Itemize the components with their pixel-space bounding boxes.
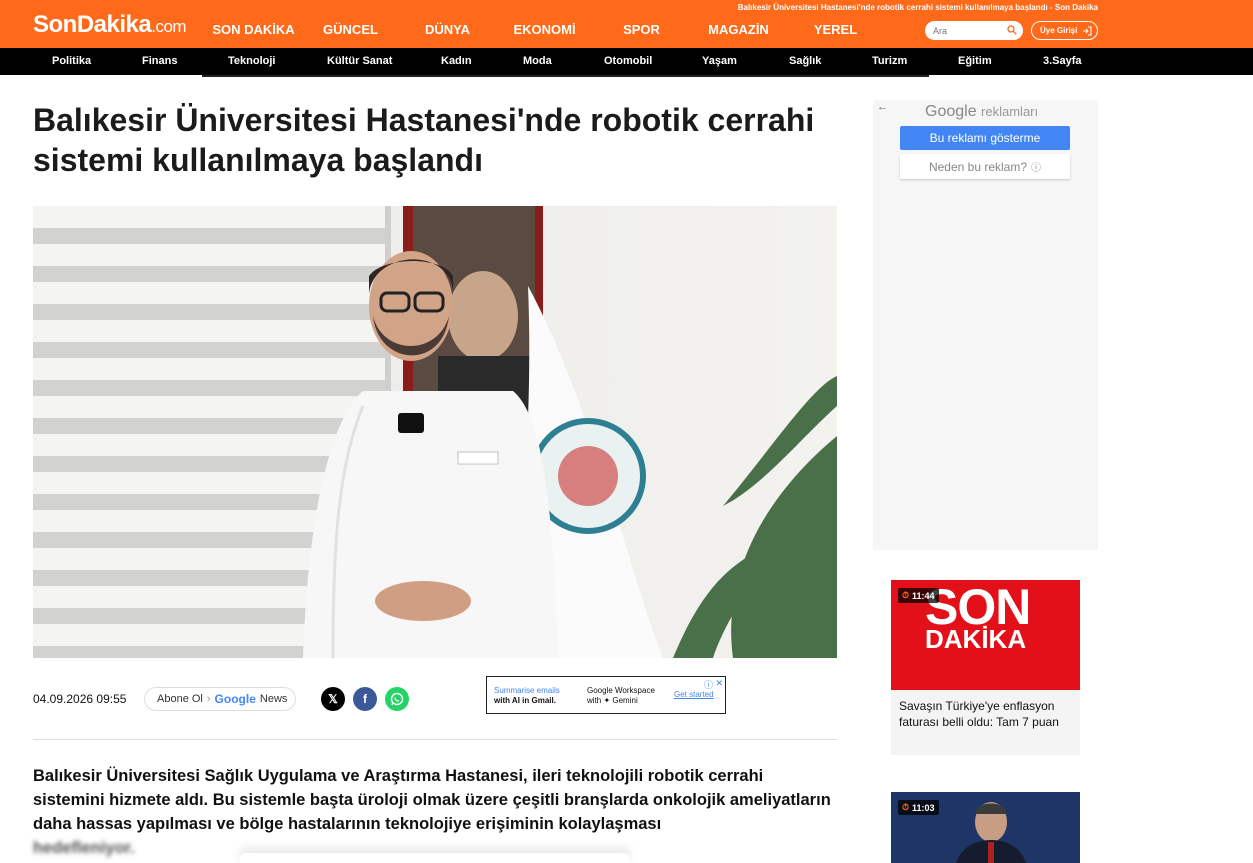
son-dakika-thumb-text-2: DAKİKA: [925, 624, 1027, 654]
ad-left-line2: with AI in Gmail.: [494, 696, 556, 705]
article-hero-image[interactable]: [33, 206, 837, 658]
main-nav-dunya[interactable]: DÜNYA: [399, 22, 496, 37]
hero-photo: [33, 206, 837, 658]
ad-info-icon[interactable]: ⓘ: [704, 678, 713, 691]
category-moda[interactable]: Moda: [523, 55, 552, 67]
google-ad-panel: ← Google reklamları Bu reklamı gösterme …: [873, 100, 1098, 550]
main-nav-spor[interactable]: SPOR: [593, 22, 690, 37]
clock-icon: ⏱: [902, 590, 910, 600]
google-word: Google: [925, 103, 977, 120]
side-news-card[interactable]: SON DAKİKA ⏱ 11:44 Savaşın Türkiye'ye en…: [891, 580, 1080, 755]
login-icon: [1083, 26, 1092, 35]
news-time-badge: ⏱ 11:44: [898, 588, 939, 603]
google-logo: Google: [214, 692, 256, 706]
main-nav: SON DAKİKA GÜNCEL DÜNYA EKONOMİ SPOR MAG…: [205, 22, 884, 37]
article-date: 04.09.2026 09:55: [33, 692, 127, 706]
ad-mid-line2: with ✦ Gemini: [587, 696, 638, 705]
nav-divider: [202, 75, 929, 77]
overlay-popup-edge: [240, 853, 630, 863]
category-kultur-sanat[interactable]: Kültür Sanat: [327, 55, 392, 67]
news-time: 11:44: [912, 590, 935, 601]
search-box: [925, 21, 1023, 40]
google-ads-label: Google reklamları: [925, 103, 1038, 121]
chevron-right-icon: ›: [206, 693, 211, 705]
clock-icon: ⏱: [902, 802, 910, 812]
category-egitim[interactable]: Eğitim: [958, 55, 992, 67]
x-icon[interactable]: 𝕏: [321, 687, 345, 711]
category-kadin[interactable]: Kadın: [441, 55, 472, 67]
ad-close-icon[interactable]: ✕: [715, 678, 723, 689]
main-nav-son-dakika[interactable]: SON DAKİKA: [205, 22, 302, 37]
google-news-suffix: News: [259, 693, 288, 705]
main-nav-ekonomi[interactable]: EKONOMİ: [496, 22, 593, 37]
article-summary: Balıkesir Üniversitesi Sağlık Uygulama v…: [33, 764, 837, 860]
side-news-thumbnail: ⏱ 11:03: [891, 792, 1080, 863]
search-icon[interactable]: [1007, 25, 1017, 35]
why-this-ad-button[interactable]: Neden bu reklam? ⓘ: [900, 154, 1070, 179]
why-this-ad-label: Neden bu reklam?: [928, 159, 1028, 174]
main-nav-magazin[interactable]: MAGAZİN: [690, 22, 787, 37]
category-3-sayfa[interactable]: 3.Sayfa: [1043, 55, 1082, 67]
category-yasam[interactable]: Yaşam: [702, 55, 737, 67]
category-teknoloji[interactable]: Teknoloji: [228, 55, 275, 67]
inline-ad-banner[interactable]: Summarise emails with AI in Gmail. Googl…: [486, 676, 726, 714]
search-input[interactable]: [933, 24, 1003, 37]
side-news-title[interactable]: Savaşın Türkiye'ye enflasyon faturası be…: [891, 690, 1080, 738]
info-icon: ⓘ: [1031, 163, 1042, 174]
news-time: 11:03: [912, 802, 935, 813]
ad-cta-link[interactable]: Get started: [674, 690, 714, 699]
google-news-follow-button[interactable]: Abone Ol › Google News: [144, 687, 296, 711]
stop-ad-button[interactable]: Bu reklamı gösterme: [900, 126, 1070, 150]
category-nav: Politika Finans Teknoloji Kültür Sanat K…: [0, 48, 1253, 75]
side-news-card[interactable]: ⏱ 11:03: [891, 792, 1080, 863]
side-news-thumbnail: SON DAKİKA ⏱ 11:44: [891, 580, 1080, 690]
article-summary-faded: hedefleniyor.: [33, 839, 135, 857]
category-politika[interactable]: Politika: [52, 55, 91, 67]
article-summary-text: Balıkesir Üniversitesi Sağlık Uygulama v…: [33, 767, 831, 833]
reklamlari-word: reklamları: [981, 104, 1039, 119]
news-time-badge: ⏱ 11:03: [898, 800, 939, 815]
back-arrow-icon[interactable]: ←: [877, 101, 888, 113]
whatsapp-icon[interactable]: [385, 687, 409, 711]
category-otomobil[interactable]: Otomobil: [604, 55, 652, 67]
category-turizm[interactable]: Turizm: [872, 55, 907, 67]
top-page-title: Balıkesir Üniversitesi Hastanesi'nde rob…: [737, 3, 1098, 12]
meta-divider: [33, 739, 837, 740]
article-headline: Balıkesir Üniversitesi Hastanesi'nde rob…: [33, 102, 815, 178]
ad-mid-line1: Google Workspace: [587, 686, 655, 695]
category-saglik[interactable]: Sağlık: [789, 55, 821, 67]
category-finans[interactable]: Finans: [142, 55, 177, 67]
site-logo[interactable]: SonDakika.com: [33, 11, 187, 39]
login-button[interactable]: Üye Girişi: [1031, 21, 1098, 40]
login-label: Üye Girişi: [1040, 26, 1078, 35]
top-bar: SonDakika.com Balıkesir Üniversitesi Has…: [0, 0, 1253, 48]
google-news-prefix: Abone Ol: [157, 693, 203, 705]
facebook-icon[interactable]: f: [353, 687, 377, 711]
main-nav-guncel[interactable]: GÜNCEL: [302, 22, 399, 37]
main-nav-yerel[interactable]: YEREL: [787, 22, 884, 37]
ad-left-line1: Summarise emails: [494, 686, 560, 695]
